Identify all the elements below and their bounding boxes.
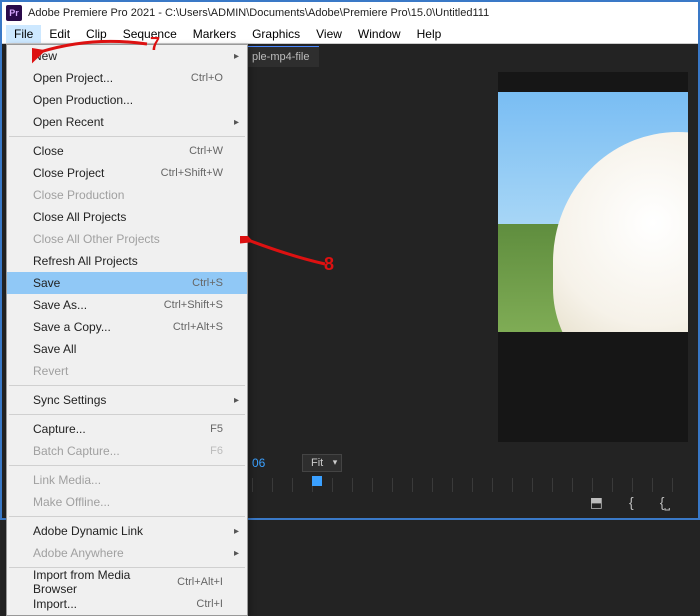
menu-separator [9, 465, 245, 466]
menu-item-refresh-all-projects[interactable]: Refresh All Projects [7, 250, 247, 272]
menu-item-open-production[interactable]: Open Production... [7, 89, 247, 111]
menu-edit[interactable]: Edit [41, 25, 78, 43]
menu-item-shortcut: Ctrl+O [191, 72, 223, 84]
titlebar: Pr Adobe Premiere Pro 2021 - C:\Users\AD… [2, 2, 698, 24]
menu-item-adobe-anywhere: Adobe Anywhere [7, 542, 247, 564]
menu-item-shortcut: Ctrl+S [192, 277, 223, 289]
menu-item-close-project[interactable]: Close Project Ctrl+Shift+W [7, 162, 247, 184]
menu-sequence[interactable]: Sequence [115, 25, 185, 43]
menu-item-shortcut: Ctrl+Alt+S [173, 321, 223, 333]
menu-item-label: Capture... [33, 422, 86, 436]
menu-item-label: Close Production [33, 188, 124, 202]
menu-item-shortcut: Ctrl+Shift+S [164, 299, 223, 311]
video-frame [498, 92, 688, 332]
menu-item-save[interactable]: Save Ctrl+S [7, 272, 247, 294]
menu-item-label: Save [33, 276, 60, 290]
menu-item-shortcut: F6 [210, 445, 223, 457]
menu-separator [9, 414, 245, 415]
menu-separator [9, 385, 245, 386]
menu-item-import-from-media-browser[interactable]: Import from Media BrowserCtrl+Alt+I [7, 571, 247, 593]
timecode[interactable]: 06 [252, 456, 265, 470]
menu-item-label: Save As... [33, 298, 87, 312]
menu-item-save-as[interactable]: Save As... Ctrl+Shift+S [7, 294, 247, 316]
menu-item-revert: Revert [7, 360, 247, 382]
program-monitor [498, 72, 688, 442]
window-title: Adobe Premiere Pro 2021 - C:\Users\ADMIN… [28, 7, 489, 19]
menu-view[interactable]: View [308, 25, 350, 43]
menu-item-save-a-copy[interactable]: Save a Copy... Ctrl+Alt+S [7, 316, 247, 338]
add-marker-icon[interactable]: ⬒ [590, 494, 603, 511]
menu-item-capture[interactable]: Capture... F5 [7, 418, 247, 440]
menubar: FileEditClipSequenceMarkersGraphicsViewW… [2, 24, 698, 44]
menu-item-label: Close Project [33, 166, 104, 180]
menu-item-label: Close [33, 144, 64, 158]
tab-strip: ple-mp4-file [242, 44, 319, 68]
menu-item-label: Make Offline... [33, 495, 110, 509]
menu-item-save-all[interactable]: Save All [7, 338, 247, 360]
menu-item-label: Sync Settings [33, 393, 106, 407]
app-icon: Pr [6, 5, 22, 21]
menu-graphics[interactable]: Graphics [244, 25, 308, 43]
menu-item-close-all-other-projects: Close All Other Projects [7, 228, 247, 250]
menu-item-shortcut: Ctrl+Shift+W [161, 167, 223, 179]
menu-item-adobe-dynamic-link[interactable]: Adobe Dynamic Link [7, 520, 247, 542]
menu-item-label: Save a Copy... [33, 320, 111, 334]
transport-controls: ⬒ { {⎵ [422, 490, 688, 514]
menu-item-label: Save All [33, 342, 76, 356]
menu-item-shortcut: Ctrl+Alt+I [177, 576, 223, 588]
menu-item-label: Adobe Dynamic Link [33, 524, 143, 538]
menu-item-label: Adobe Anywhere [33, 546, 124, 560]
menu-item-open-project[interactable]: Open Project... Ctrl+O [7, 67, 247, 89]
menu-file[interactable]: File [6, 25, 41, 43]
menu-item-open-recent[interactable]: Open Recent [7, 111, 247, 133]
menu-item-label: Import from Media Browser [33, 568, 177, 596]
mark-out-icon[interactable]: {⎵ [660, 494, 670, 511]
menu-item-label: Batch Capture... [33, 444, 120, 458]
menu-item-label: Refresh All Projects [33, 254, 138, 268]
menu-item-label: Open Production... [33, 93, 133, 107]
menu-item-shortcut: Ctrl+I [196, 598, 223, 610]
menu-item-label: New [33, 49, 57, 63]
file-menu-dropdown: New Open Project... Ctrl+O Open Production.… [6, 44, 248, 616]
menu-separator [9, 516, 245, 517]
menu-markers[interactable]: Markers [185, 25, 244, 43]
menu-window[interactable]: Window [350, 25, 409, 43]
menu-item-shortcut: F5 [210, 423, 223, 435]
menu-item-label: Open Recent [33, 115, 104, 129]
menu-item-shortcut: Ctrl+W [189, 145, 223, 157]
playhead-icon[interactable] [312, 476, 322, 486]
menu-item-close[interactable]: Close Ctrl+W [7, 140, 247, 162]
menu-item-import[interactable]: Import... Ctrl+I [7, 593, 247, 615]
zoom-fit-selector[interactable]: Fit [302, 454, 342, 472]
menu-item-make-offline: Make Offline... [7, 491, 247, 513]
menu-item-sync-settings[interactable]: Sync Settings [7, 389, 247, 411]
menu-item-label: Revert [33, 364, 68, 378]
menu-item-label: Import... [33, 597, 77, 611]
menu-item-close-production: Close Production [7, 184, 247, 206]
menu-item-new[interactable]: New [7, 45, 247, 67]
menu-separator [9, 136, 245, 137]
mark-in-icon[interactable]: { [629, 494, 634, 510]
menu-item-label: Open Project... [33, 71, 113, 85]
menu-item-label: Close All Other Projects [33, 232, 160, 246]
menu-help[interactable]: Help [409, 25, 450, 43]
source-tab[interactable]: ple-mp4-file [242, 46, 319, 67]
menu-item-batch-capture: Batch Capture... F6 [7, 440, 247, 462]
menu-item-label: Link Media... [33, 473, 101, 487]
menu-item-link-media: Link Media... [7, 469, 247, 491]
menu-item-label: Close All Projects [33, 210, 126, 224]
menu-clip[interactable]: Clip [78, 25, 115, 43]
menu-item-close-all-projects[interactable]: Close All Projects [7, 206, 247, 228]
